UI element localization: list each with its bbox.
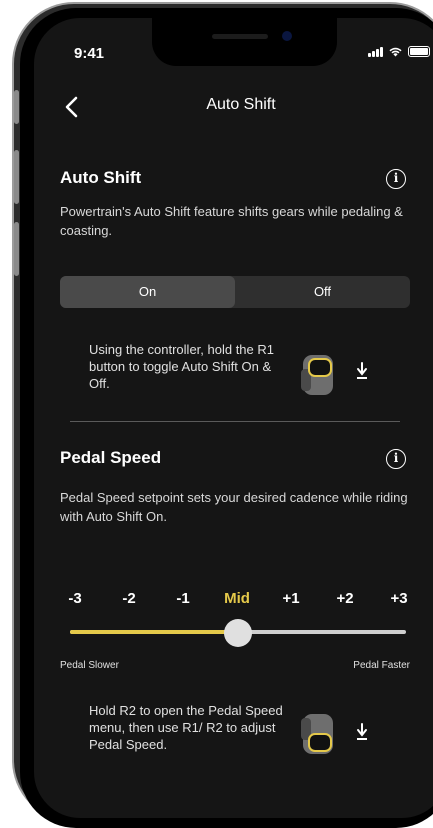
pedal-speed-description: Pedal Speed setpoint sets your desired c… (60, 490, 408, 524)
slider-fill (70, 630, 238, 634)
auto-shift-title: Auto Shift (60, 168, 142, 187)
toggle-on-option[interactable]: On (60, 276, 235, 308)
controller-r1-icon (301, 355, 333, 395)
signal-icon (368, 46, 383, 57)
pedal-slower-label: Pedal Slower (60, 660, 119, 671)
notch (152, 18, 337, 66)
app-screen: 9:41 Auto Shift Auto Shift i Powertrain'… (34, 18, 433, 818)
controller-r2-icon (301, 714, 333, 754)
pedal-speed-scale: -3 -2 -1 Mid +1 +2 +3 (54, 590, 420, 607)
scale-step[interactable]: +2 (324, 590, 366, 607)
scale-step[interactable]: -3 (54, 590, 96, 607)
pedal-speed-hint: Hold R2 to open the Pedal Speed menu, th… (89, 703, 283, 752)
pedal-speed-title: Pedal Speed (60, 448, 162, 467)
side-button (14, 150, 19, 204)
toggle-off-option[interactable]: Off (235, 276, 410, 308)
auto-shift-description: Powertrain's Auto Shift feature shifts g… (60, 204, 403, 238)
side-button (14, 222, 19, 276)
scale-step-selected[interactable]: Mid (216, 590, 258, 607)
pedal-faster-label: Pedal Faster (353, 660, 410, 671)
section-divider (70, 421, 400, 422)
scale-step[interactable]: -1 (162, 590, 204, 607)
status-icons (368, 46, 430, 57)
page-title: Auto Shift (206, 96, 276, 113)
press-down-arrow-icon (357, 362, 367, 379)
scale-step[interactable]: +1 (270, 590, 312, 607)
status-time: 9:41 (74, 45, 105, 62)
auto-shift-toggle[interactable]: On Off (60, 276, 410, 308)
scale-step[interactable]: +3 (378, 590, 420, 607)
wifi-icon (389, 47, 402, 57)
info-icon[interactable]: i (386, 169, 406, 189)
pedal-speed-slider-thumb[interactable] (224, 619, 252, 647)
scale-step[interactable]: -2 (108, 590, 150, 607)
auto-shift-hint: Using the controller, hold the R1 button… (89, 342, 274, 391)
battery-icon (408, 46, 430, 57)
side-button (14, 90, 19, 124)
info-icon[interactable]: i (386, 449, 406, 469)
press-down-arrow-icon (357, 723, 367, 740)
camera-icon (282, 31, 292, 41)
speaker (212, 34, 268, 39)
